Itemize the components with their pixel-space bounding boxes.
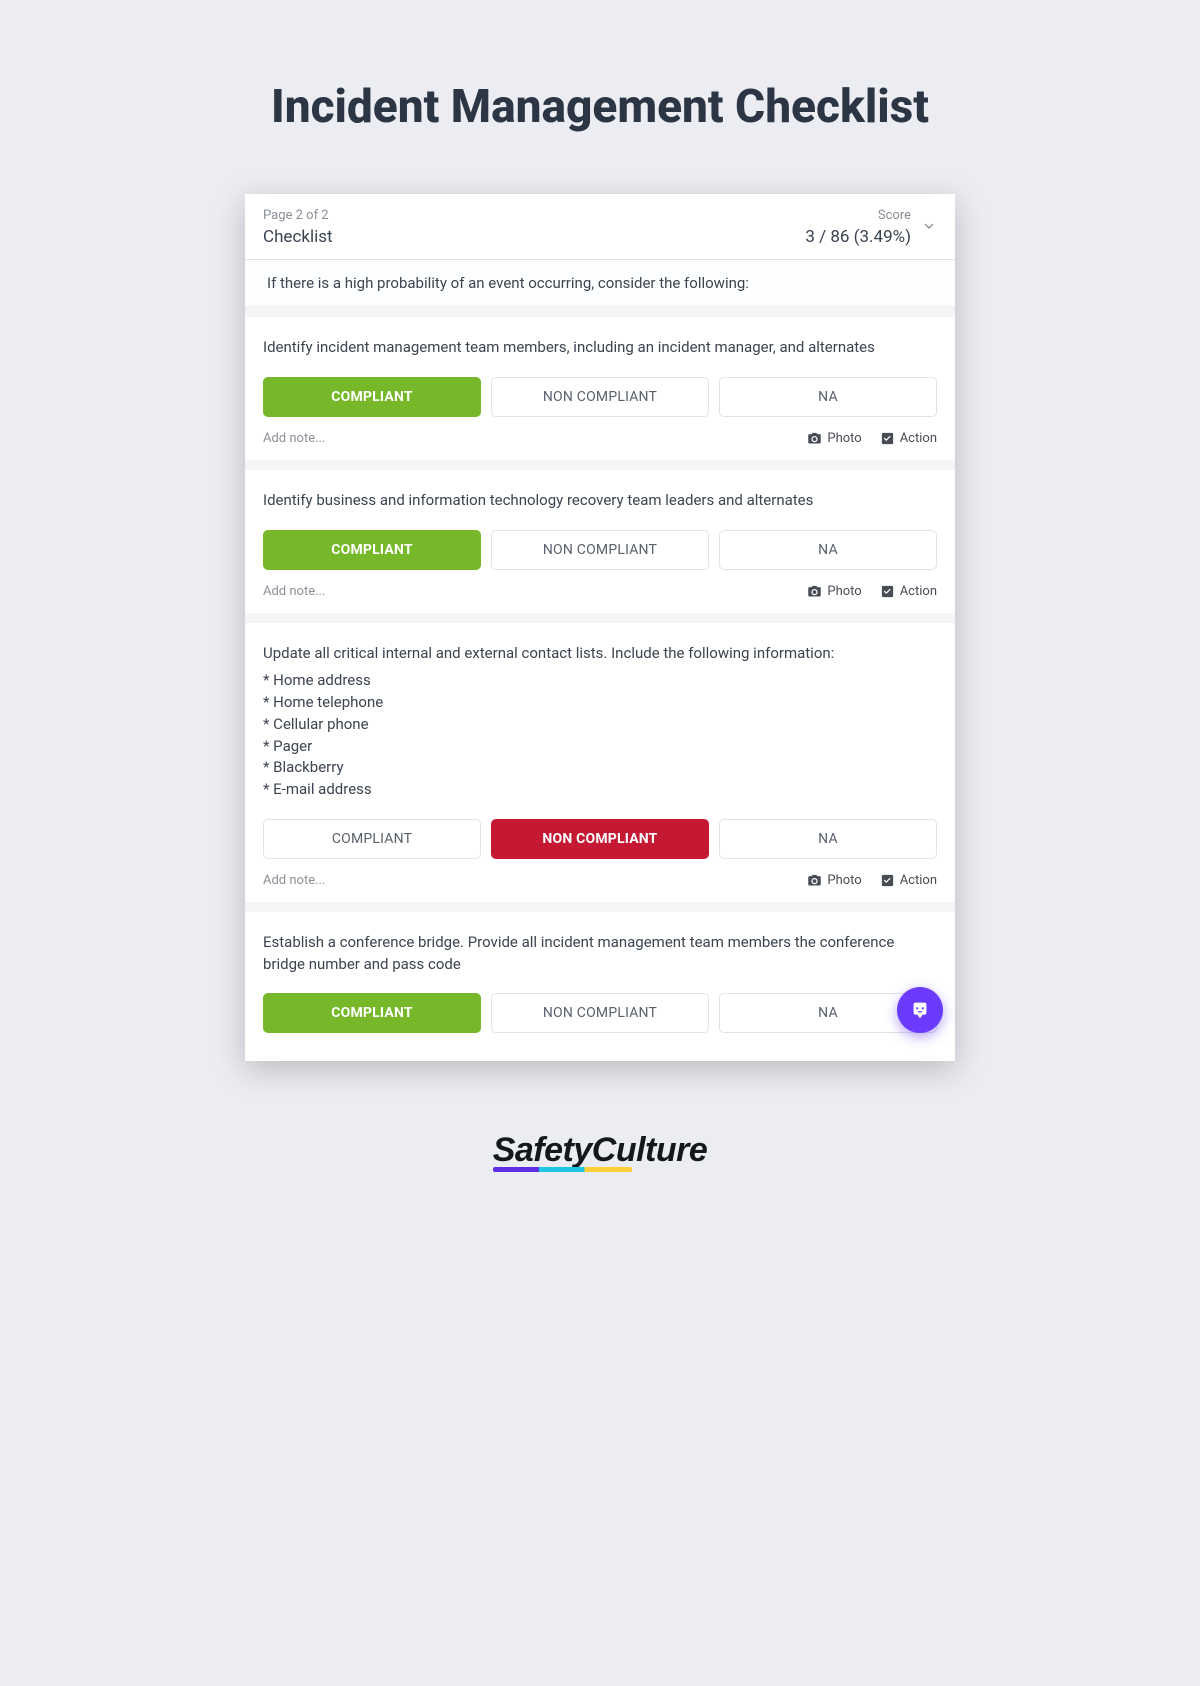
item-question-list-line: * E-mail address [263, 779, 937, 801]
photo-label: Photo [827, 431, 861, 446]
action-label: Action [900, 584, 937, 599]
item-question: Update all critical internal and externa… [263, 643, 937, 801]
item-meta-row: Add note... Photo Action [263, 431, 937, 446]
compliant-button[interactable]: COMPLIANT [263, 819, 481, 859]
add-note-button[interactable]: Add note... [263, 873, 325, 888]
item-question-list-line: * Blackberry [263, 757, 937, 779]
item-meta-row: Add note... Photo Action [263, 584, 937, 599]
compliant-button[interactable]: COMPLIANT [263, 377, 481, 417]
photo-label: Photo [827, 873, 861, 888]
non-compliant-button[interactable]: NON COMPLIANT [491, 819, 709, 859]
score-label: Score [805, 208, 911, 223]
score-value: 3 / 86 (3.49%) [805, 227, 911, 247]
action-button[interactable]: Action [880, 431, 937, 446]
na-button[interactable]: NA [719, 530, 937, 570]
non-compliant-button[interactable]: NON COMPLIANT [491, 993, 709, 1033]
item-question-list-line: * Home telephone [263, 692, 937, 714]
item-question: Establish a conference bridge. Provide a… [263, 932, 937, 976]
item-question: Identify incident management team member… [263, 337, 937, 359]
checklist-item: Update all critical internal and externa… [245, 613, 955, 902]
checklist-item: Identify incident management team member… [245, 307, 955, 460]
action-button[interactable]: Action [880, 584, 937, 599]
item-question-list-line: * Pager [263, 736, 937, 758]
item-meta-row: Add note... Photo Action [263, 873, 937, 888]
action-label: Action [900, 873, 937, 888]
item-question-list-line: * Home address [263, 670, 937, 692]
chevron-down-icon[interactable] [921, 218, 937, 238]
choice-row: COMPLIANTNON COMPLIANTNA [263, 819, 937, 859]
item-question: Identify business and information techno… [263, 490, 937, 512]
non-compliant-button[interactable]: NON COMPLIANT [491, 377, 709, 417]
action-button[interactable]: Action [880, 873, 937, 888]
photo-button[interactable]: Photo [807, 873, 861, 888]
choice-row: COMPLIANTNON COMPLIANTNA [263, 377, 937, 417]
section-name: Checklist [263, 227, 333, 247]
page-title: Incident Management Checklist [0, 0, 1200, 134]
brand-logo: SafetyCulture [0, 1131, 1200, 1170]
chat-fab[interactable] [897, 987, 943, 1033]
action-label: Action [900, 431, 937, 446]
page-indicator: Page 2 of 2 [263, 208, 333, 223]
na-button[interactable]: NA [719, 377, 937, 417]
photo-button[interactable]: Photo [807, 584, 861, 599]
compliant-button[interactable]: COMPLIANT [263, 993, 481, 1033]
card-header: Page 2 of 2 Checklist Score 3 / 86 (3.49… [245, 194, 955, 260]
item-question-list-line: * Cellular phone [263, 714, 937, 736]
checklist-item: Identify business and information techno… [245, 460, 955, 613]
photo-button[interactable]: Photo [807, 431, 861, 446]
intro-text: If there is a high probability of an eve… [245, 260, 955, 307]
add-note-button[interactable]: Add note... [263, 431, 325, 446]
checklist-card: Page 2 of 2 Checklist Score 3 / 86 (3.49… [245, 194, 955, 1061]
photo-label: Photo [827, 584, 861, 599]
non-compliant-button[interactable]: NON COMPLIANT [491, 530, 709, 570]
compliant-button[interactable]: COMPLIANT [263, 530, 481, 570]
choice-row: COMPLIANTNON COMPLIANTNA [263, 530, 937, 570]
na-button[interactable]: NA [719, 819, 937, 859]
add-note-button[interactable]: Add note... [263, 584, 325, 599]
choice-row: COMPLIANTNON COMPLIANTNA [263, 993, 937, 1033]
checklist-item: Establish a conference bridge. Provide a… [245, 902, 955, 1062]
